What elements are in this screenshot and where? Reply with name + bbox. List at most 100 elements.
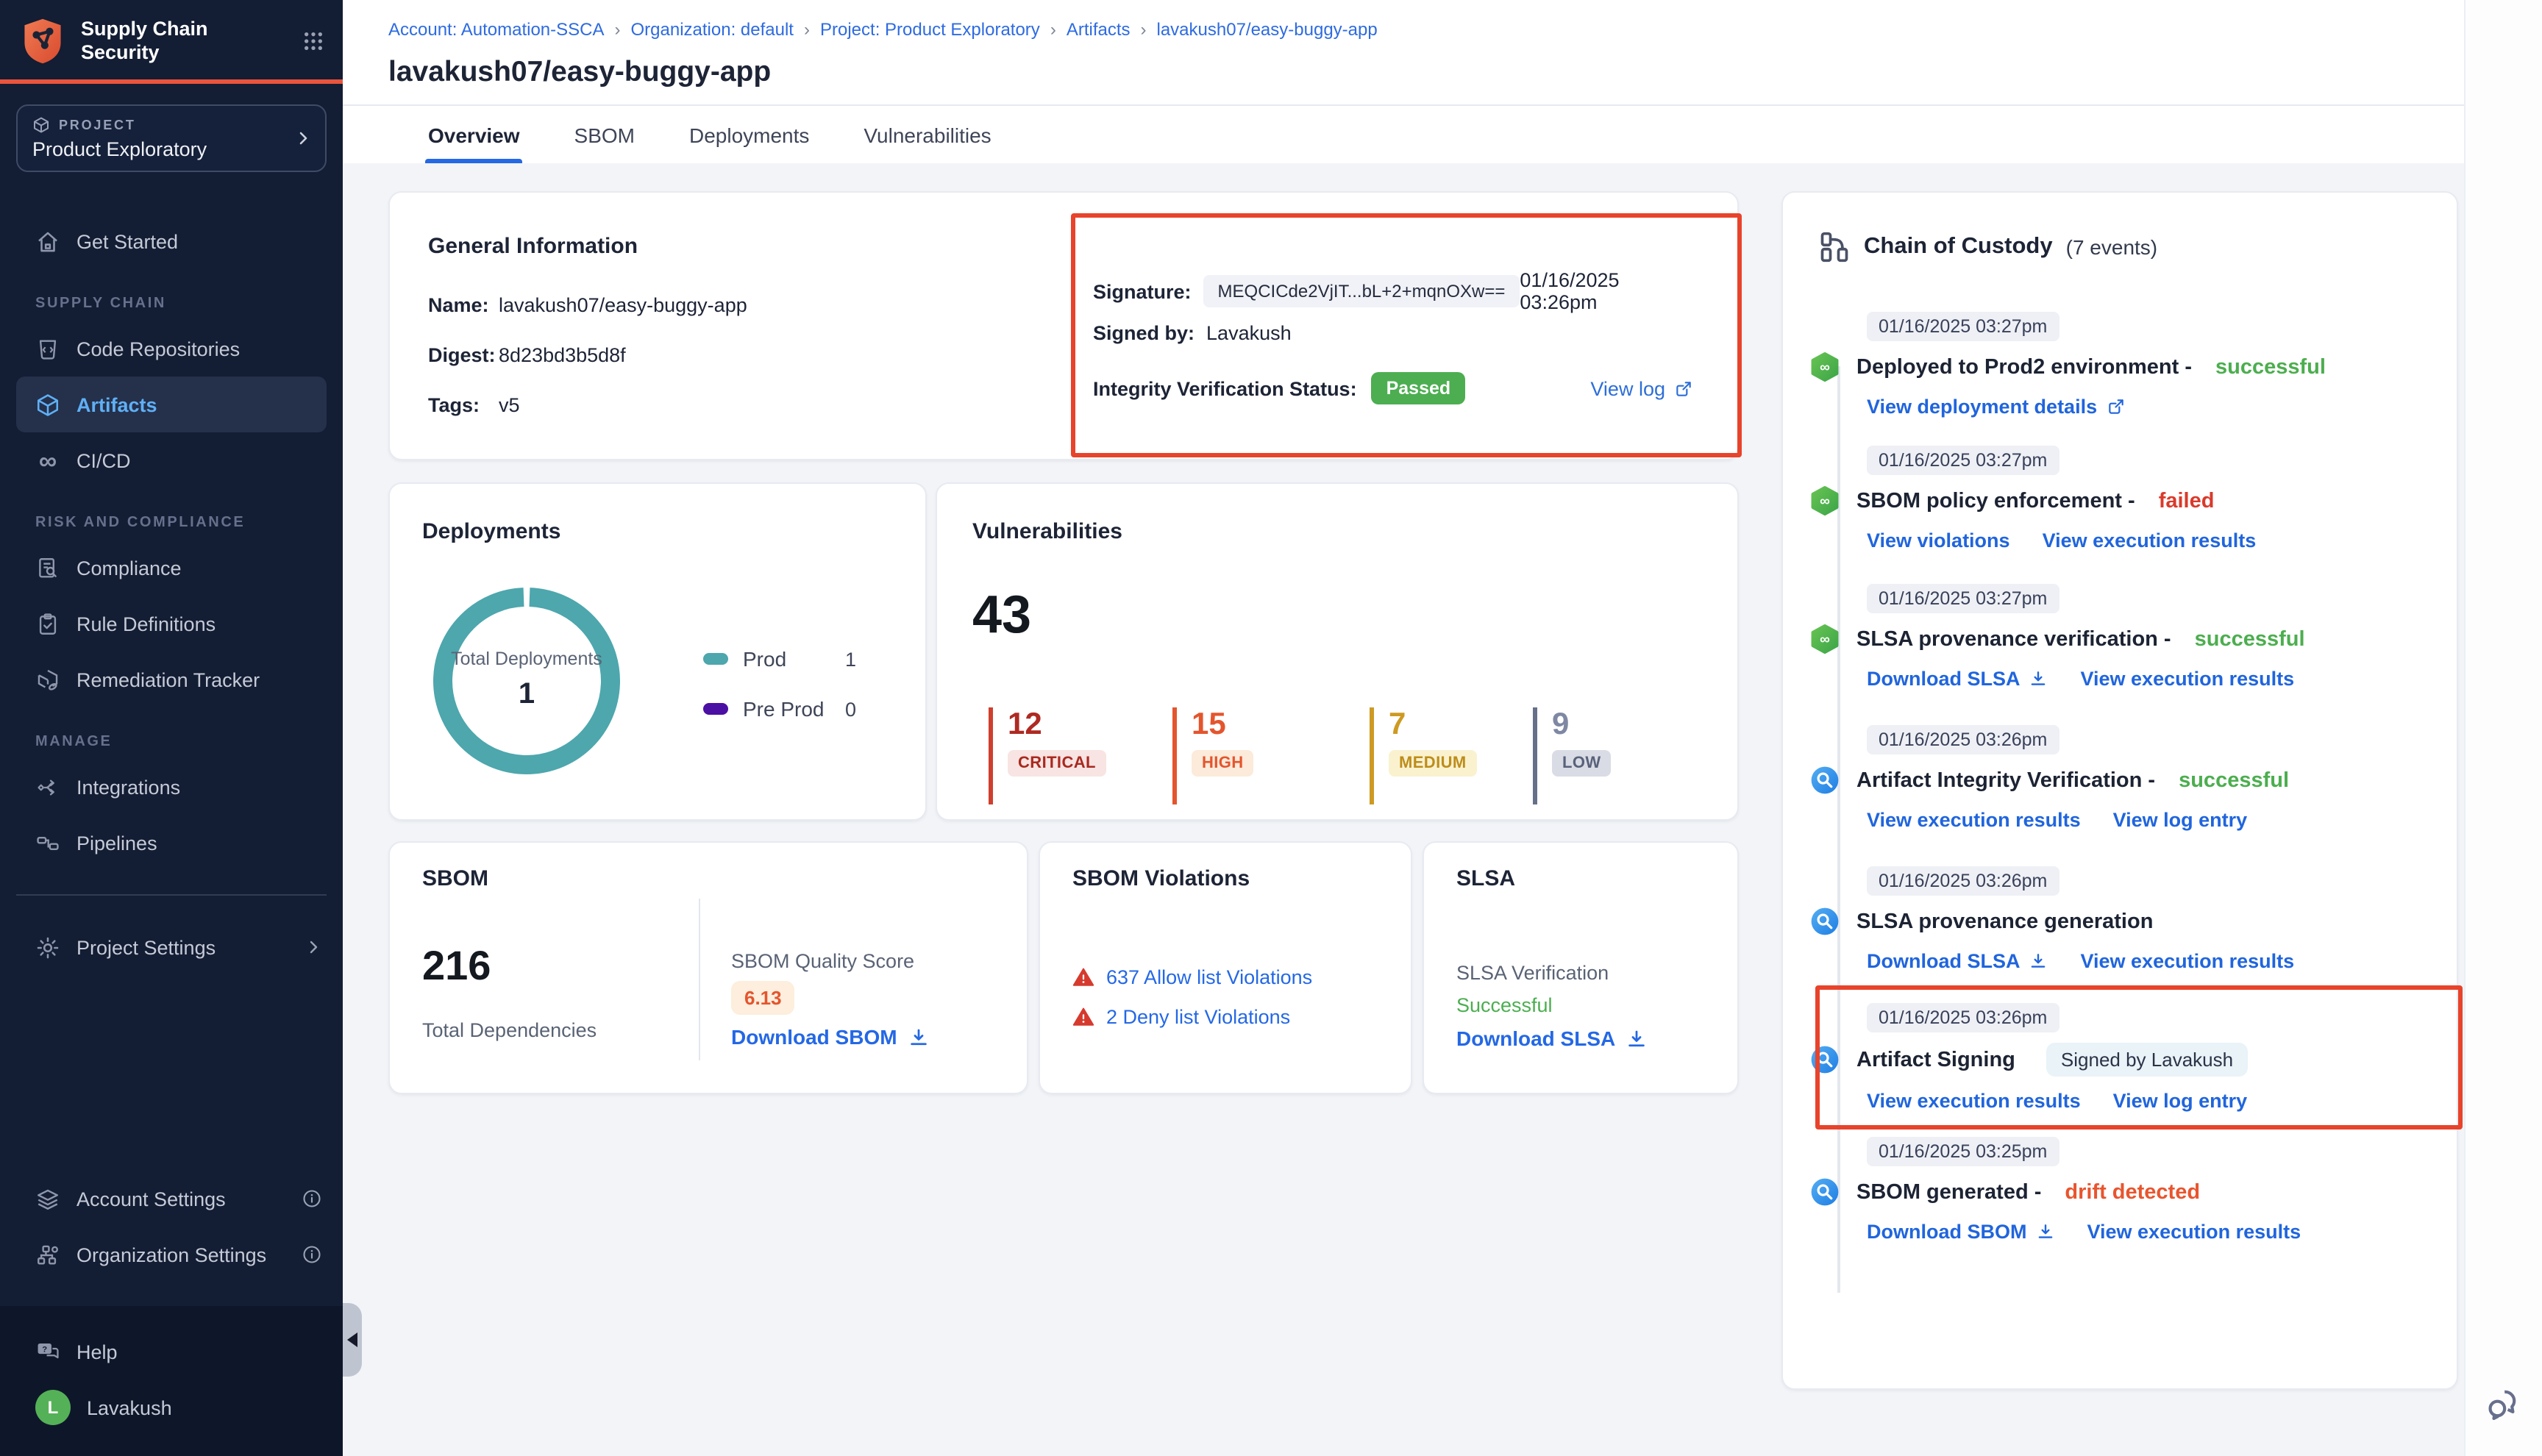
chevron-left-icon — [347, 1332, 357, 1347]
view-execution-results-link[interactable]: View execution results — [1867, 1090, 2081, 1112]
link-label: View execution results — [2087, 1221, 2301, 1243]
sidebar-item-compliance[interactable]: Compliance — [0, 540, 343, 596]
signature-value: MEQCICde2VjIT...bL+2+mqnOXw== — [1203, 275, 1520, 307]
name-value: lavakush07/easy-buggy-app — [499, 294, 747, 316]
tab-bar: Overview SBOM Deployments Vulnerabilitie… — [428, 106, 991, 163]
sidebar-collapse-handle[interactable] — [343, 1303, 362, 1377]
deny-list-violations-link[interactable]: 2 Deny list Violations — [1072, 1006, 1290, 1028]
timeline-event-artifact-integrity: 01/16/2025 03:26pm Artifact Integrity Ve… — [1809, 725, 2436, 831]
link-label: View execution results — [2081, 950, 2295, 972]
sidebar-footer: ? Help L Lavakush — [0, 1306, 343, 1456]
box-patch-icon — [35, 667, 60, 692]
download-slsa-link[interactable]: Download SLSA — [1867, 950, 2048, 972]
view-execution-results-link[interactable]: View execution results — [1867, 809, 2081, 831]
right-gutter — [2464, 0, 2542, 1456]
breadcrumb-account[interactable]: Account: Automation-SSCA — [388, 19, 605, 40]
app-logo-shield-icon — [18, 16, 68, 66]
event-timestamp: 01/16/2025 03:27pm — [1867, 312, 2059, 341]
sidebar-item-cicd[interactable]: ∞ CI/CD — [0, 432, 343, 488]
tags-row: Tags: v5 — [428, 394, 520, 416]
apps-grid-icon[interactable] — [302, 29, 325, 53]
card-title: SLSA — [1456, 866, 1515, 891]
sidebar-item-project-settings[interactable]: Project Settings — [0, 919, 343, 975]
tab-vulnerabilities[interactable]: Vulnerabilities — [864, 106, 991, 163]
link-label: View execution results — [2043, 529, 2257, 552]
cube-icon — [35, 392, 60, 417]
download-slsa-link[interactable]: Download SLSA — [1867, 668, 2048, 690]
sidebar-item-help[interactable]: ? Help — [0, 1324, 343, 1380]
allow-list-violations-link[interactable]: 637 Allow list Violations — [1072, 966, 1312, 988]
signature-label: Signature: — [1093, 280, 1192, 302]
sidebar-section-supply-chain: SUPPLY CHAIN — [0, 296, 343, 312]
clipboard-check-icon — [35, 611, 60, 636]
card-title: General Information — [428, 234, 638, 259]
deployments-card: Deployments Total Deployments 1 Prod 1 P… — [388, 482, 927, 821]
infinity-icon: ∞ — [35, 448, 60, 473]
view-execution-results-link[interactable]: View execution results — [2087, 1221, 2301, 1243]
sidebar-item-get-started[interactable]: Get Started — [0, 213, 343, 269]
event-timestamp: 01/16/2025 03:27pm — [1867, 584, 2059, 613]
feedback-chat-icon[interactable] — [2483, 1382, 2524, 1424]
view-log-entry-link[interactable]: View log entry — [2113, 1090, 2248, 1112]
project-selector-label: PROJECT — [59, 118, 136, 132]
medium-badge: MEDIUM — [1389, 750, 1477, 777]
integrity-row: Integrity Verification Status: Passed Vi… — [1093, 372, 1693, 404]
sidebar-item-integrations[interactable]: Integrations — [0, 759, 343, 815]
sidebar-item-account-settings[interactable]: Account Settings — [0, 1171, 343, 1227]
download-sbom-link[interactable]: Download SBOM — [1867, 1221, 2055, 1243]
project-cube-icon — [32, 116, 50, 134]
digest-row: Digest: 8d23bd3b5d8f — [428, 344, 626, 366]
event-status: successful — [2215, 355, 2326, 379]
sidebar-item-artifacts[interactable]: Artifacts — [16, 377, 327, 432]
brand-accent-bar — [0, 79, 343, 84]
view-log-link[interactable]: View log — [1590, 377, 1693, 399]
signature-timestamp: 01/16/2025 03:26pm — [1520, 269, 1693, 313]
project-selector[interactable]: PROJECT Product Exploratory — [16, 104, 327, 172]
link-label: View log entry — [2113, 1090, 2248, 1112]
sidebar-item-code-repositories[interactable]: Code Repositories — [0, 321, 343, 377]
sidebar-item-remediation-tracker[interactable]: Remediation Tracker — [0, 652, 343, 707]
tab-sbom[interactable]: SBOM — [574, 106, 635, 163]
pipeline-hexagon-icon: ∞ — [1809, 351, 1840, 382]
timeline-event-deployed-prod2: 01/16/2025 03:27pm ∞ Deployed to Prod2 e… — [1809, 312, 2436, 418]
view-log-entry-link[interactable]: View log entry — [2113, 809, 2248, 831]
sidebar-item-organization-settings[interactable]: Organization Settings — [0, 1227, 343, 1282]
breadcrumb-artifacts[interactable]: Artifacts — [1067, 19, 1131, 40]
user-menu[interactable]: L Lavakush — [0, 1380, 343, 1435]
view-deployment-details-link[interactable]: View deployment details — [1867, 396, 2125, 418]
severity-critical: 12 CRITICAL — [989, 707, 1106, 804]
sbom-total: 216 — [422, 943, 491, 990]
download-icon — [2029, 952, 2048, 971]
event-timestamp: 01/16/2025 03:27pm — [1867, 446, 2059, 475]
view-execution-results-link[interactable]: View execution results — [2081, 668, 2295, 690]
tab-overview[interactable]: Overview — [428, 106, 520, 163]
chevron-right-icon — [294, 129, 312, 147]
breadcrumb-organization[interactable]: Organization: default — [631, 19, 794, 40]
download-slsa-link[interactable]: Download SLSA — [1456, 1027, 1648, 1050]
sidebar-item-pipelines[interactable]: Pipelines — [0, 815, 343, 871]
view-execution-results-link[interactable]: View execution results — [2043, 529, 2257, 552]
breadcrumb-project[interactable]: Project: Product Exploratory — [820, 19, 1040, 40]
view-execution-results-link[interactable]: View execution results — [2081, 950, 2295, 972]
sidebar-section-risk: RISK AND COMPLIANCE — [0, 515, 343, 531]
integrations-icon — [35, 774, 60, 799]
warning-triangle-icon — [1072, 1006, 1094, 1028]
legend-item-pre-prod: Pre Prod 0 — [703, 693, 856, 725]
timeline-event-slsa-verification: 01/16/2025 03:27pm ∞ SLSA provenance ver… — [1809, 584, 2436, 690]
view-violations-link[interactable]: View violations — [1867, 529, 2010, 552]
signed-by-row: Signed by: Lavakush — [1093, 322, 1292, 344]
info-icon[interactable] — [302, 1244, 322, 1265]
sidebar-item-label: Compliance — [76, 557, 182, 579]
breadcrumb-separator: › — [1141, 19, 1147, 40]
sidebar-item-rule-definitions[interactable]: Rule Definitions — [0, 596, 343, 652]
info-icon[interactable] — [302, 1188, 322, 1209]
download-sbom-link[interactable]: Download SBOM — [731, 1025, 930, 1049]
tab-deployments[interactable]: Deployments — [689, 106, 809, 163]
breadcrumb-current[interactable]: lavakush07/easy-buggy-app — [1157, 19, 1378, 40]
digest-label: Digest: — [428, 344, 499, 366]
medium-count: 7 — [1389, 707, 1477, 741]
sidebar-item-label: Pipelines — [76, 832, 157, 854]
event-title: SBOM policy enforcement - — [1856, 489, 2135, 513]
event-timestamp: 01/16/2025 03:26pm — [1867, 725, 2059, 754]
timeline-event-sbom-generated: 01/16/2025 03:25pm SBOM generated - drif… — [1809, 1137, 2436, 1243]
